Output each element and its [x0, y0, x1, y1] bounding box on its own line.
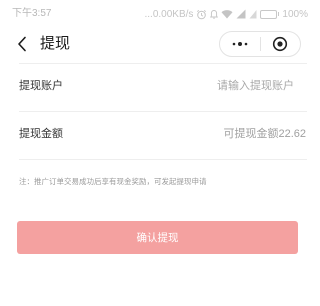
amount-label: 提现金额: [19, 128, 63, 140]
back-button[interactable]: [12, 32, 32, 56]
mini-program-capsule: [219, 31, 301, 57]
signal-icon: [236, 9, 246, 19]
target-circle-icon: [273, 36, 288, 52]
amount-row: 提现金额 可提现金额22.62: [0, 111, 318, 159]
close-button[interactable]: [260, 32, 300, 56]
account-input[interactable]: [144, 79, 294, 93]
cellular-signal-icon: [249, 9, 257, 19]
wifi-icon: [221, 9, 233, 19]
nav-bar: 提现: [0, 28, 318, 60]
more-button[interactable]: [220, 32, 260, 56]
account-row: 提现账户: [0, 63, 318, 111]
more-dots-icon: [232, 42, 248, 46]
divider: [19, 159, 307, 160]
status-bar: 下午3:57 ...0.00KB/s 100%: [0, 0, 318, 28]
confirm-withdraw-button[interactable]: 确认提现: [17, 221, 298, 254]
status-indicators: ...0.00KB/s 100%: [145, 7, 309, 21]
alarm-icon: [196, 9, 207, 20]
status-time: 下午3:57: [12, 8, 52, 19]
silent-icon: [210, 9, 219, 20]
available-amount: 可提现金额22.62: [223, 128, 306, 140]
battery-icon: [260, 9, 280, 19]
battery-percent: 100%: [282, 8, 308, 20]
network-speed: ...0.00KB/s: [144, 8, 194, 20]
page-title: 提现: [40, 35, 71, 52]
account-label: 提现账户: [19, 80, 63, 92]
withdraw-note: 注：推广订单交易成功后享有现金奖励，可发起提现申请: [19, 177, 207, 186]
chevron-left-icon: [18, 36, 26, 52]
